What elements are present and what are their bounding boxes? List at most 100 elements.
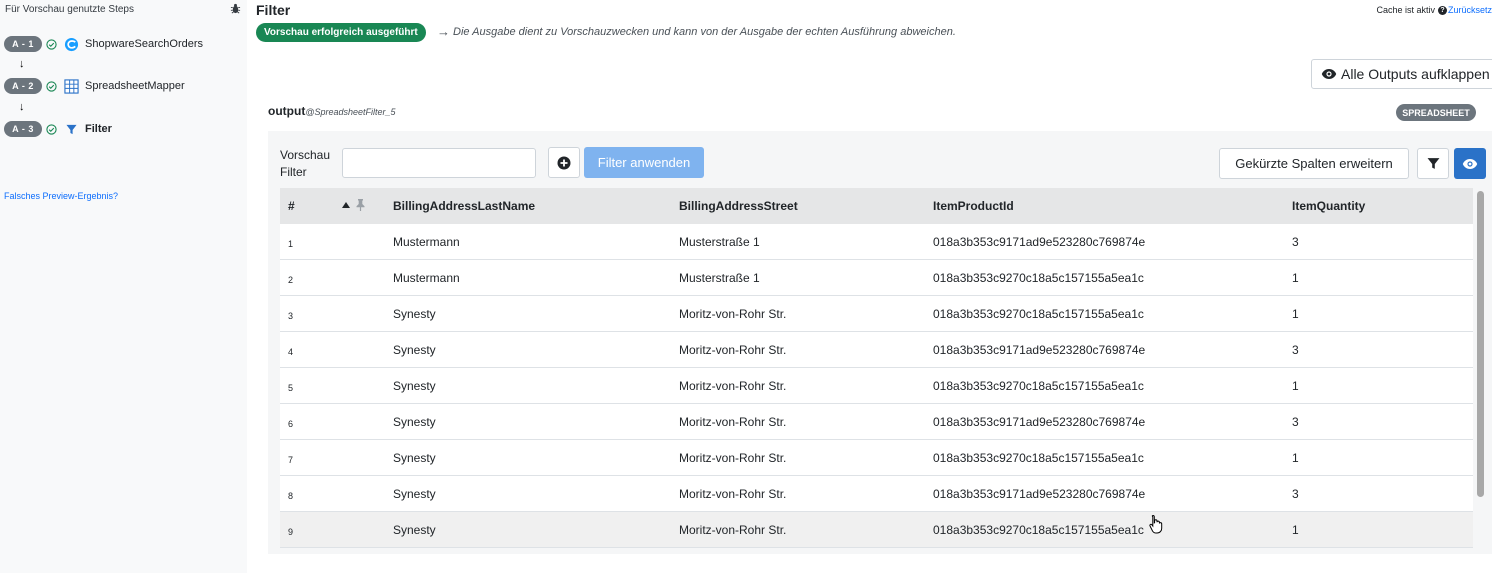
table-row[interactable]: 9 Synesty Moritz-von-Rohr Str. 018a3b353c92… [280,512,1473,548]
check-circle-icon [46,80,57,92]
expand-shortened-columns-button[interactable]: Gekürzte Spalten erweitern [1219,148,1409,179]
reset-link[interactable]: Zurücksetz [1448,5,1492,15]
cell-street: Moritz-von-Rohr Str. [679,487,787,501]
apply-filter-button[interactable]: Filter anwenden [584,147,704,178]
column-header-productid[interactable]: ItemProductId [933,188,1014,224]
cell-index: 3 [288,311,294,321]
cell-productid: 018a3b353c9270c18a5c157155a5ea1c [933,379,1144,393]
cell-street: Musterstraße 1 [679,235,760,249]
cell-street: Moritz-von-Rohr Str. [679,307,787,321]
view-toggle-button[interactable] [1454,148,1486,179]
step-a1[interactable]: A - 1 ShopwareSearchOrders [4,35,203,53]
filter-toggle-button[interactable] [1417,148,1449,179]
sort-up-icon[interactable] [342,202,350,208]
cell-lastname: Mustermann [393,235,460,249]
bug-icon[interactable] [230,3,241,14]
output-label: output@SpreadsheetFilter_5 [268,104,396,118]
table-row[interactable]: 3 Synesty Moritz-von-Rohr Str. 018a3b353c92… [280,296,1473,332]
pin-icon[interactable] [355,199,366,211]
cell-productid: 018a3b353c9270c18a5c157155a5ea1c [933,271,1144,285]
preview-filter-label-line2: Filter [280,165,307,179]
cell-lastname: Synesty [393,523,436,537]
check-circle-icon [46,123,57,135]
cell-index: 1 [288,239,294,249]
filter-icon [1427,158,1439,169]
column-header-quantity[interactable]: ItemQuantity [1292,188,1365,224]
arrow-down-icon: ↓ [19,58,25,70]
eye-icon [1321,69,1337,79]
cell-index: 9 [288,527,294,537]
cell-quantity: 3 [1292,415,1299,429]
cell-index: 7 [288,455,294,465]
cell-quantity: 3 [1292,487,1299,501]
expand-all-label: Alle Outputs aufklappen [1341,66,1490,82]
info-line: → Die Ausgabe dient zu Vorschauzwecken u… [437,23,956,40]
step-label: ShopwareSearchOrders [85,38,204,50]
table-row[interactable]: 6 Synesty Moritz-von-Rohr Str. 018a3b353c91… [280,404,1473,440]
shopware-icon [64,37,79,52]
output-name: output [268,104,306,118]
cell-index: 2 [288,275,294,285]
cell-productid: 018a3b353c9171ad9e523280c769874e [933,343,1146,357]
cell-street: Moritz-von-Rohr Str. [679,343,787,357]
expand-all-button[interactable]: Alle Outputs aufklappen [1311,59,1492,89]
cache-text: Cache ist aktiv [1376,5,1435,15]
cell-lastname: Synesty [393,307,436,321]
cell-index: 5 [288,383,294,393]
add-filter-button[interactable] [548,147,580,178]
info-text: Die Ausgabe dient zu Vorschauzwecken und… [453,25,956,38]
cell-lastname: Mustermann [393,271,460,285]
cell-quantity: 1 [1292,451,1299,465]
cell-quantity: 1 [1292,379,1299,393]
cell-street: Moritz-von-Rohr Str. [679,523,787,537]
plus-circle-icon [557,156,571,169]
table-row[interactable]: 7 Synesty Moritz-von-Rohr Str. 018a3b353c92… [280,440,1473,476]
table-scrollbar-thumb[interactable] [1477,191,1484,497]
table-row[interactable]: 2 Mustermann Musterstraße 1 018a3b353c9270c… [280,260,1473,296]
check-circle-icon [46,38,57,50]
step-a3[interactable]: A - 3 Filter [4,120,112,138]
column-header-lastname[interactable]: BillingAddressLastName [393,188,535,224]
cell-index: 4 [288,347,294,357]
step-label: SpreadsheetMapper [85,80,185,92]
step-badge: A - 1 [4,36,42,52]
table-row[interactable]: 4 Synesty Moritz-von-Rohr Str. 018a3b353c91… [280,332,1473,368]
table-header: # BillingAddressLastName BillingAddressS… [280,188,1473,224]
spreadsheet-icon [64,78,79,94]
cell-street: Musterstraße 1 [679,271,760,285]
cell-quantity: 3 [1292,343,1299,357]
cell-street: Moritz-von-Rohr Str. [679,415,787,429]
help-icon[interactable]: ? [1437,5,1447,15]
preview-filter-label-line1: Vorschau [280,148,331,162]
cell-quantity: 1 [1292,307,1299,321]
cell-lastname: Synesty [393,415,436,429]
arrow-down-icon: ↓ [19,101,25,113]
table-row[interactable]: 5 Synesty Moritz-von-Rohr Str. 018a3b353c92… [280,368,1473,404]
column-header-index[interactable]: # [288,188,295,224]
step-a2[interactable]: A - 2 SpreadsheetMapper [4,77,185,95]
cell-lastname: Synesty [393,487,436,501]
sort-controls [342,199,366,211]
cell-productid: 018a3b353c9171ad9e523280c769874e [933,487,1146,501]
preview-filter-input[interactable] [342,148,536,178]
cell-lastname: Synesty [393,343,436,357]
cell-quantity: 1 [1292,523,1299,537]
cell-quantity: 1 [1292,271,1299,285]
cell-index: 6 [288,419,294,429]
arrow-right-icon: → [437,24,450,39]
false-result-link[interactable]: Falsches Preview-Ergebnis? [4,191,118,201]
cell-lastname: Synesty [393,451,436,465]
data-table: # BillingAddressLastName BillingAddressS… [280,188,1473,548]
sidebar: Für Vorschau genutzte Steps A - 1 Shopwa… [0,0,247,573]
cell-index: 8 [288,491,294,501]
table-row[interactable]: 1 Mustermann Musterstraße 1 018a3b353c9171a… [280,224,1473,260]
filter-icon [64,122,79,137]
output-source: @SpreadsheetFilter_5 [305,107,396,117]
step-badge: A - 2 [4,78,42,94]
column-header-street[interactable]: BillingAddressStreet [679,188,798,224]
step-label: Filter [85,123,112,135]
page-title: Filter [256,2,291,18]
table-row[interactable]: 8 Synesty Moritz-von-Rohr Str. 018a3b353c91… [280,476,1473,512]
cell-productid: 018a3b353c9270c18a5c157155a5ea1c [933,451,1144,465]
cell-productid: 018a3b353c9270c18a5c157155a5ea1c [933,523,1144,537]
